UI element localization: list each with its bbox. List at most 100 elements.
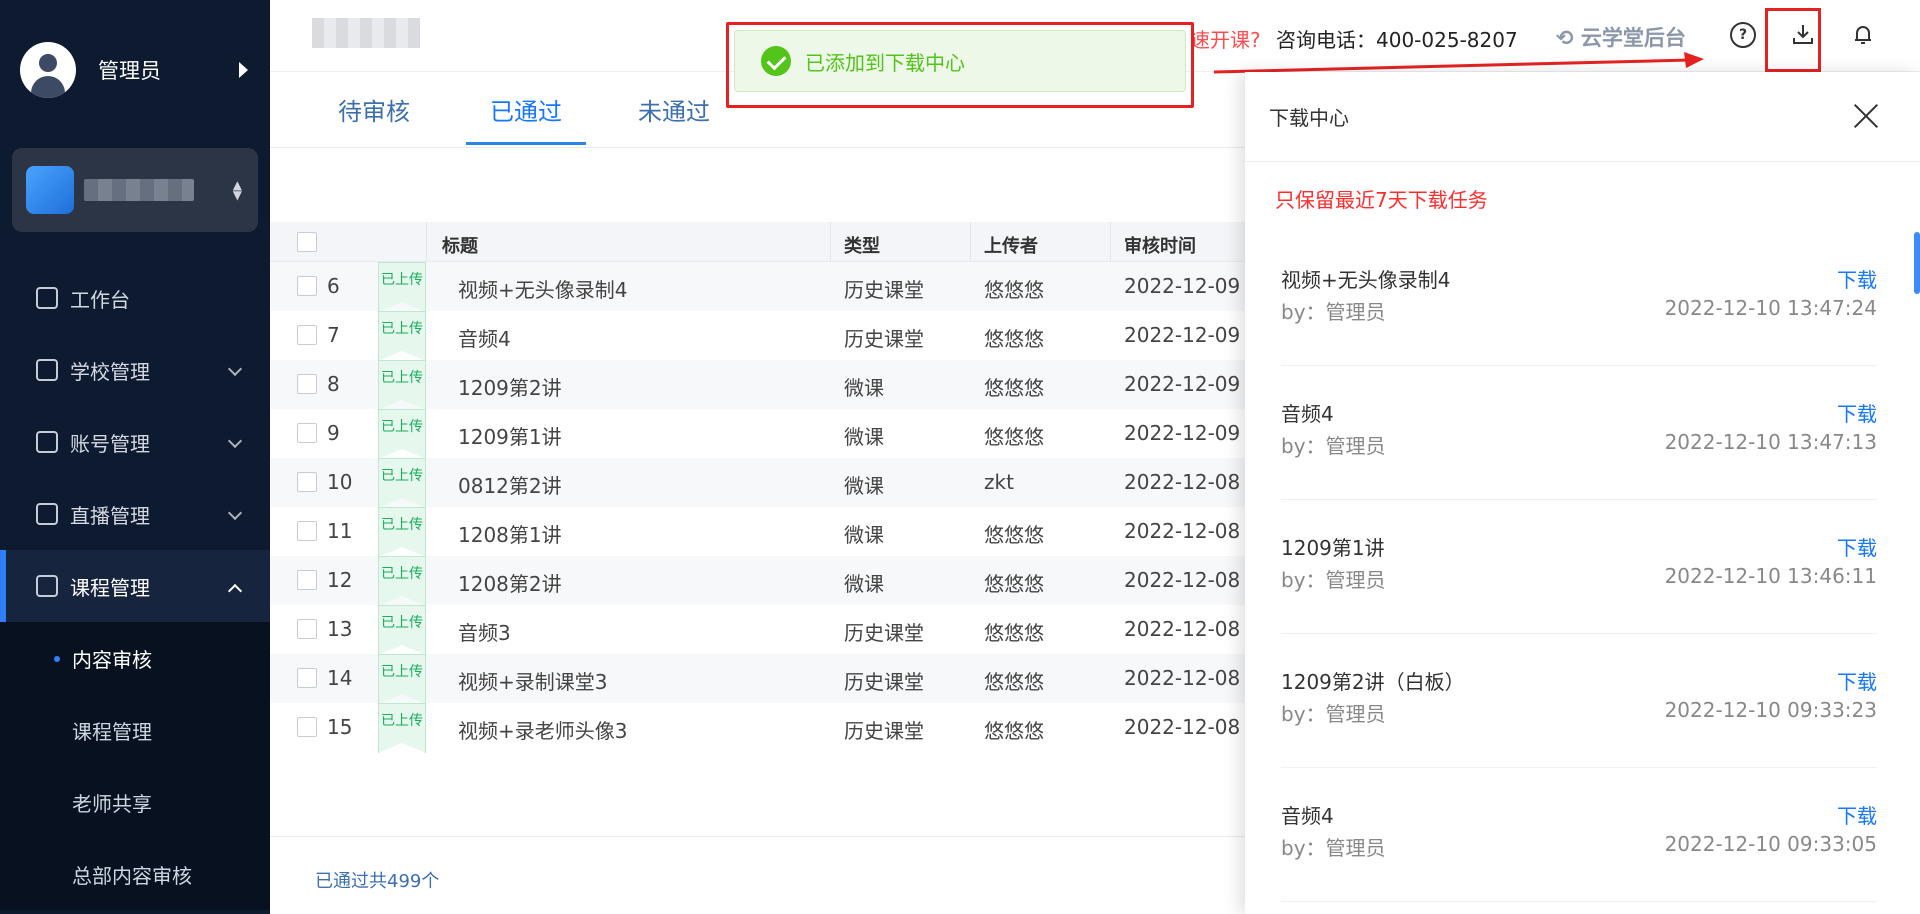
chevron-down-icon <box>227 361 243 377</box>
brand-link[interactable]: ⟲ 云学堂后台 <box>1556 22 1686 52</box>
row-title[interactable]: 1209第1讲 <box>458 421 562 450</box>
col-title: 标题 <box>442 236 478 257</box>
download-title: 1209第2讲（白板） <box>1281 670 1465 694</box>
uploaded-badge: 已上传 <box>378 360 426 410</box>
row-number: 10 <box>327 470 353 494</box>
nav-item-school[interactable]: 学校管理 <box>0 334 270 406</box>
download-time: 2022-12-10 13:46:11 <box>1664 564 1877 588</box>
download-button[interactable]: 下载 <box>1837 666 1877 695</box>
caret-right-icon[interactable] <box>239 62 248 78</box>
row-uploader: 悠悠悠 <box>984 621 1044 645</box>
nav-item-course[interactable]: 课程管理 <box>0 550 270 622</box>
uploaded-badge: 已上传 <box>378 311 426 361</box>
sub-label: 老师共享 <box>72 791 152 816</box>
blurred-logo <box>312 18 420 48</box>
row-number: 14 <box>327 666 353 690</box>
row-title[interactable]: 视频+录老师头像3 <box>458 715 627 744</box>
row-type: 微课 <box>844 425 884 449</box>
row-title[interactable]: 1208第1讲 <box>458 519 562 548</box>
download-button[interactable]: 下载 <box>1837 264 1877 293</box>
uploaded-badge: 已上传 <box>378 605 426 655</box>
download-button[interactable]: 下载 <box>1837 800 1877 829</box>
row-checkbox[interactable] <box>297 717 317 737</box>
sidebar: 管理员 ▲ ▼ 工作台 学校管理 账号管理 直播管理 课程管理 内容审核 课程管… <box>0 0 270 914</box>
row-checkbox[interactable] <box>297 668 317 688</box>
row-uploader: 悠悠悠 <box>984 719 1044 743</box>
download-by: by：管理员 <box>1281 568 1386 592</box>
row-number: 7 <box>327 323 340 347</box>
sub-item-hq-review[interactable]: 总部内容审核 <box>0 838 270 910</box>
sub-item-course-manage[interactable]: 课程管理 <box>0 694 270 766</box>
row-uploader: 悠悠悠 <box>984 670 1044 694</box>
row-title[interactable]: 1208第2讲 <box>458 568 562 597</box>
tab-rejected[interactable]: 未通过 <box>638 92 710 145</box>
school-name-blurred <box>84 179 194 201</box>
download-by: by：管理员 <box>1281 300 1386 324</box>
row-checkbox[interactable] <box>297 619 317 639</box>
row-date: 2022-12-09 <box>1124 274 1241 298</box>
bell-icon[interactable] <box>1850 22 1876 48</box>
check-circle-icon <box>761 46 791 76</box>
row-title[interactable]: 1209第2讲 <box>458 372 562 401</box>
uploaded-badge: 已上传 <box>378 458 426 508</box>
drawer-scrollbar[interactable] <box>1914 232 1920 294</box>
school-icon <box>36 359 58 381</box>
download-item: 音频4 下载 by：管理员 2022-12-10 09:33:05 <box>1281 768 1877 902</box>
nav-item-account[interactable]: 账号管理 <box>0 406 270 478</box>
row-checkbox[interactable] <box>297 325 317 345</box>
download-title: 1209第1讲 <box>1281 536 1385 560</box>
select-all-checkbox[interactable] <box>297 232 317 252</box>
nav-item-live[interactable]: 直播管理 <box>0 478 270 550</box>
row-checkbox[interactable] <box>297 521 317 541</box>
sub-item-teacher-share[interactable]: 老师共享 <box>0 766 270 838</box>
row-title[interactable]: 0812第2讲 <box>458 470 562 499</box>
user-profile[interactable]: 管理员 <box>0 0 270 140</box>
row-title[interactable]: 视频+无头像录制4 <box>458 274 627 303</box>
sub-item-content-review[interactable]: 内容审核 <box>0 622 270 694</box>
chart-icon <box>36 287 58 309</box>
row-title[interactable]: 音频4 <box>458 323 511 352</box>
row-title[interactable]: 音频3 <box>458 617 511 646</box>
help-icon[interactable]: ? <box>1730 22 1756 48</box>
chevron-down-icon <box>227 505 243 521</box>
row-checkbox[interactable] <box>297 570 317 590</box>
sub-label: 总部内容审核 <box>72 863 192 888</box>
sub-label: 内容审核 <box>72 647 152 672</box>
user-name: 管理员 <box>98 59 161 83</box>
uploaded-badge: 已上传 <box>378 556 426 606</box>
drawer-title: 下载中心 <box>1269 106 1349 130</box>
download-time: 2022-12-10 13:47:24 <box>1664 296 1877 320</box>
row-type: 历史课堂 <box>844 670 924 694</box>
avatar <box>20 42 76 98</box>
live-icon <box>36 503 58 525</box>
tab-pending[interactable]: 待审核 <box>338 92 410 145</box>
uploaded-badge: 已上传 <box>378 262 426 312</box>
download-by: by：管理员 <box>1281 702 1386 726</box>
school-logo <box>26 166 74 214</box>
retention-notice: 只保留最近7天下载任务 <box>1275 188 1488 212</box>
phone-info: 咨询电话：400-025-8207 <box>1276 28 1518 52</box>
download-button[interactable]: 下载 <box>1837 398 1877 427</box>
nav-item-workbench[interactable]: 工作台 <box>0 262 270 334</box>
download-item: 1209第1讲 下载 by：管理员 2022-12-10 13:46:11 <box>1281 500 1877 634</box>
row-checkbox[interactable] <box>297 423 317 443</box>
row-date: 2022-12-08 <box>1124 519 1241 543</box>
row-number: 6 <box>327 274 340 298</box>
row-title[interactable]: 视频+录制课堂3 <box>458 666 607 695</box>
nav-label: 课程管理 <box>70 575 150 600</box>
row-checkbox[interactable] <box>297 472 317 492</box>
row-checkbox[interactable] <box>297 374 317 394</box>
download-button[interactable]: 下载 <box>1837 532 1877 561</box>
chevron-up-icon <box>227 583 243 599</box>
download-item: 视频+无头像录制4 下载 by：管理员 2022-12-10 13:47:24 <box>1281 232 1877 366</box>
school-switcher[interactable]: ▲ ▼ <box>12 148 258 232</box>
tab-approved[interactable]: 已通过 <box>466 92 586 145</box>
quick-start-link[interactable]: 速开课? <box>1190 24 1261 53</box>
close-icon[interactable] <box>1852 102 1880 130</box>
row-checkbox[interactable] <box>297 276 317 296</box>
row-number: 11 <box>327 519 353 543</box>
row-type: 历史课堂 <box>844 621 924 645</box>
row-uploader: 悠悠悠 <box>984 425 1044 449</box>
total-count: 已通过共499个 <box>315 871 440 892</box>
download-title: 视频+无头像录制4 <box>1281 268 1451 292</box>
